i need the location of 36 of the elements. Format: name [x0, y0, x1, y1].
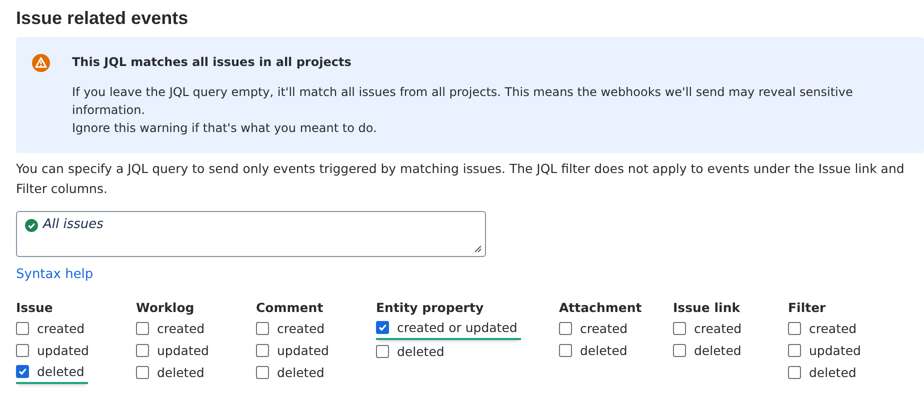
event-checkbox[interactable]: updated: [788, 339, 865, 361]
column-heading: Attachment: [559, 300, 642, 315]
column-heading: Worklog: [136, 300, 194, 315]
event-checkbox[interactable]: deleted: [673, 339, 746, 361]
syntax-help-link[interactable]: Syntax help: [16, 267, 94, 282]
event-checkbox[interactable]: deleted: [559, 339, 632, 361]
event-checkbox[interactable]: deleted: [788, 361, 860, 383]
event-checkbox[interactable]: updated: [256, 339, 333, 361]
event-checkbox[interactable]: created: [256, 317, 329, 339]
event-checkbox[interactable]: created: [559, 317, 632, 339]
event-checkbox[interactable]: updated: [16, 339, 93, 361]
event-checkbox[interactable]: updated: [136, 339, 213, 361]
event-checkbox[interactable]: deleted: [376, 340, 448, 362]
event-checkbox[interactable]: deleted: [16, 361, 88, 384]
check-icon: [378, 323, 387, 332]
resize-handle-icon[interactable]: [474, 245, 482, 253]
column-heading: Entity property: [376, 300, 484, 315]
section-heading: Issue related events: [16, 8, 190, 29]
warning-text: Ignore this warning if that's what you meant to do.: [72, 120, 378, 137]
column-heading: Comment: [256, 300, 324, 315]
warning-icon: [32, 54, 50, 72]
event-checkbox[interactable]: deleted: [256, 361, 328, 383]
event-checkbox[interactable]: created: [16, 317, 89, 339]
column-heading: Issue: [16, 300, 53, 315]
event-checkbox[interactable]: deleted: [136, 361, 208, 383]
column-heading: Filter: [788, 300, 826, 315]
description-text: You can specify a JQL query to send only events triggered by matching issues. The JQL filter does not apply to events under the Issue link and Filter columns.: [16, 160, 906, 198]
warning-text: If you leave the JQL query empty, it'll match all issues from all projects. This means the webhooks we'll send may reveal sensitive information.: [72, 84, 854, 119]
jql-input-field[interactable]: All issues: [16, 211, 486, 257]
event-checkbox[interactable]: created: [673, 317, 746, 339]
event-checkbox[interactable]: created: [136, 317, 209, 339]
warning-title: This JQL matches all issues in all projects: [72, 54, 352, 71]
event-checkbox[interactable]: created or updated: [376, 317, 522, 340]
check-icon: [18, 367, 27, 376]
event-checkbox[interactable]: created: [788, 317, 861, 339]
column-heading: Issue link: [673, 300, 740, 315]
